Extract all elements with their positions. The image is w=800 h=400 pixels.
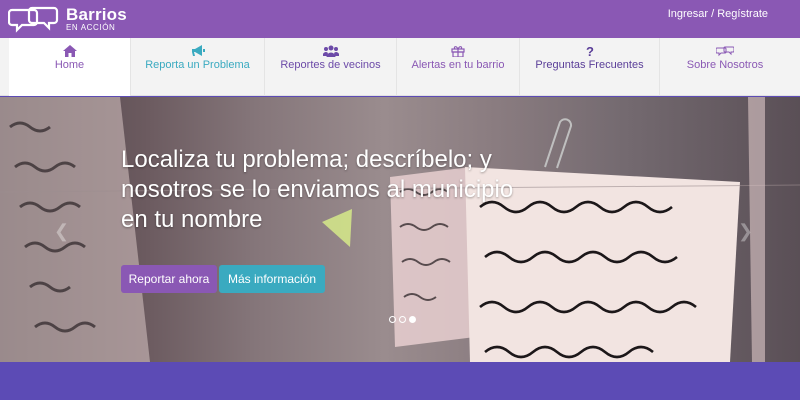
svg-text:?: ? (586, 45, 594, 57)
nav-item-about-us[interactable]: Sobre Nosotros (660, 38, 790, 96)
more-info-button[interactable]: Más información (219, 265, 325, 293)
nav-item-neighborhood-alerts[interactable]: Alertas en tu barrio (397, 38, 520, 96)
top-bar: Barrios EN ACCIÓN Ingresar / Regístrate (0, 0, 800, 38)
megaphone-icon (191, 45, 205, 56)
nav-item-faq[interactable]: ? Preguntas Frecuentes (520, 38, 660, 96)
logo-text: Barrios EN ACCIÓN (66, 6, 127, 32)
carousel-next-icon[interactable]: ❯ (738, 221, 753, 242)
hero-carousel: Localiza tu problema; descríbelo; y noso… (0, 97, 800, 362)
carousel-indicators (389, 316, 416, 323)
nav-label-neighborhood-alerts: Alertas en tu barrio (411, 59, 505, 71)
report-now-button[interactable]: Reportar ahora (121, 265, 217, 293)
carousel-dot-2[interactable] (399, 316, 406, 323)
gift-icon (451, 46, 465, 57)
logo-name: Barrios (66, 5, 127, 24)
nav-label-report-problem: Reporta un Problema (145, 59, 250, 71)
question-icon: ? (586, 45, 594, 57)
nav-item-neighbor-reports[interactable]: Reportes de vecinos (265, 38, 397, 96)
chat-bubbles-logo-icon (8, 6, 59, 33)
logo[interactable]: Barrios EN ACCIÓN (8, 3, 127, 35)
content-band (0, 362, 800, 400)
main-nav: Home Reporta un Problema Reportes de vec… (0, 38, 800, 96)
nav-item-home[interactable]: Home (9, 38, 131, 96)
carousel-dot-1[interactable] (389, 316, 396, 323)
hero-headline: Localiza tu problema; descríbelo; y noso… (121, 146, 514, 233)
login-register-link[interactable]: Ingresar / Regístrate (668, 8, 768, 20)
carousel-dot-3[interactable] (409, 316, 416, 323)
nav-label-home: Home (54, 59, 85, 71)
carousel-prev-icon[interactable]: ❮ (54, 221, 69, 242)
logo-subtitle: EN ACCIÓN (66, 23, 116, 32)
nav-label-neighbor-reports: Reportes de vecinos (280, 59, 381, 71)
chat-bubbles-icon (716, 46, 734, 57)
nav-item-report-problem[interactable]: Reporta un Problema (131, 38, 265, 96)
home-icon (62, 45, 77, 57)
nav-label-about-us: Sobre Nosotros (686, 59, 764, 71)
nav-label-faq: Preguntas Frecuentes (535, 59, 644, 71)
users-icon (322, 45, 339, 57)
